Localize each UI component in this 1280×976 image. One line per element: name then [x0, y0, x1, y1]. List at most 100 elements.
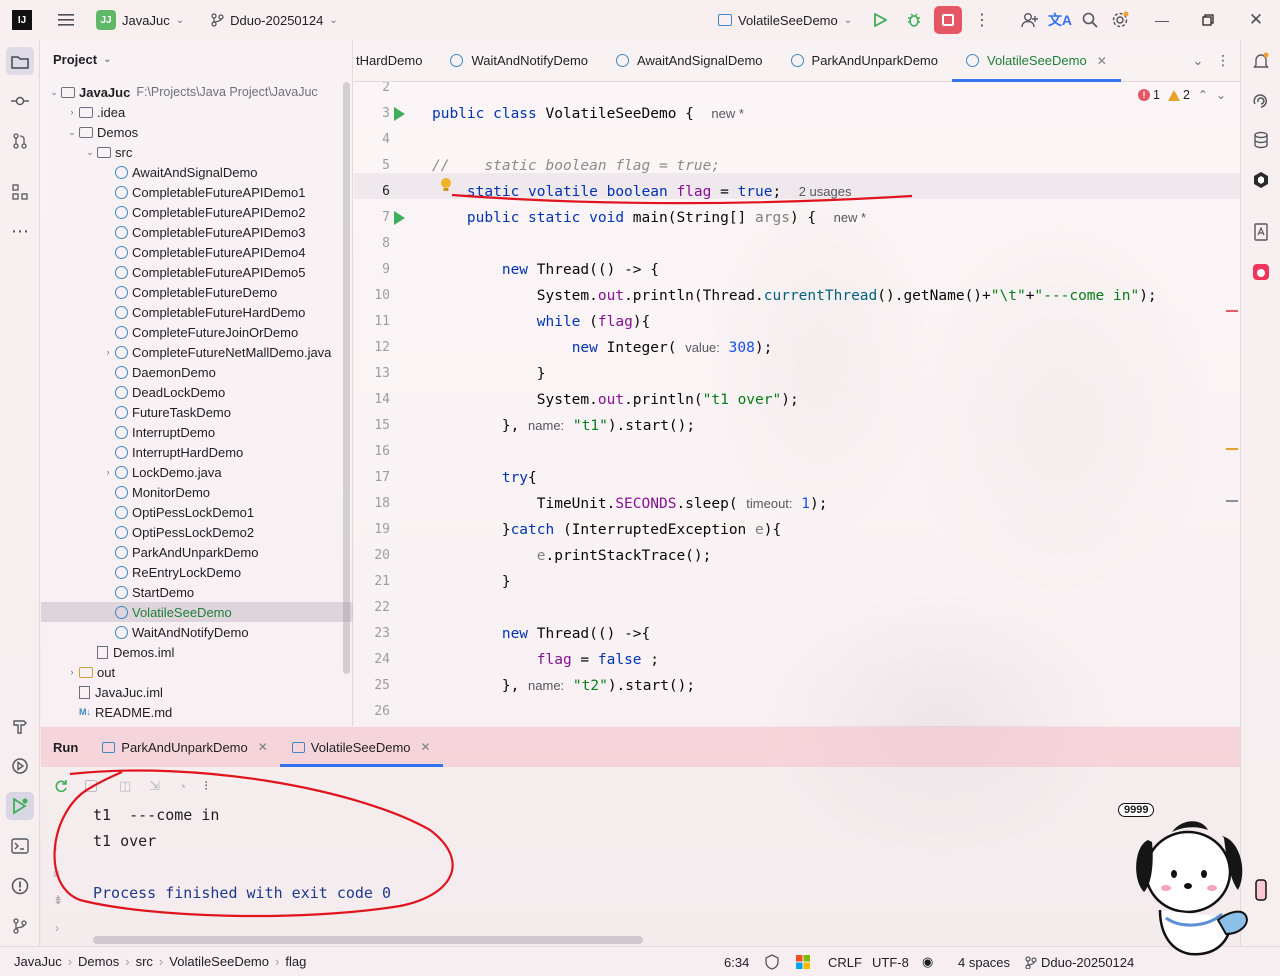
indent-setting[interactable]: 4 spaces	[958, 947, 1010, 976]
tree-item[interactable]: CompletableFutureAPIDemo1	[41, 182, 353, 202]
more-actions-icon[interactable]: ⋮	[968, 6, 996, 34]
project-selector[interactable]: JJ JavaJuc ⌄	[90, 6, 190, 34]
close-tab-icon[interactable]: ✕	[258, 740, 268, 754]
terminal-icon[interactable]	[6, 832, 34, 860]
tree-item[interactable]: › out	[41, 662, 353, 682]
inspection-widget[interactable]: ! 1 2 ⌃ ⌄	[1138, 88, 1226, 102]
camera-icon[interactable]: ◫	[119, 778, 131, 794]
code-area[interactable]: public class VolatileSeeDemo { new * // s…	[432, 82, 1240, 726]
tree-item[interactable]: CompletableFutureAPIDemo5	[41, 262, 353, 282]
tree-item[interactable]: InterruptDemo	[41, 422, 353, 442]
tree-item[interactable]: CompleteFutureJoinOrDemo	[41, 322, 353, 342]
gutter-run-icon[interactable]	[394, 211, 405, 225]
tree-item[interactable]: ⌄ src	[41, 142, 353, 162]
tree-item[interactable]: M↓ README.md	[41, 702, 353, 722]
intention-bulb-icon[interactable]	[440, 177, 452, 196]
ai-assistant-icon[interactable]	[1247, 86, 1275, 114]
tab-list-chevron-down-icon[interactable]: ⌄	[1184, 47, 1212, 75]
run-tab[interactable]: ParkAndUnparkDemo ✕	[90, 727, 280, 767]
tree-item[interactable]: CompletableFutureAPIDemo2	[41, 202, 353, 222]
code-editor[interactable]: 2 3 4 5 6 7 8 9 10 11 12 13 14 15 16 17 18 19 20 21 22 23 24 25…	[354, 82, 1240, 726]
editor-tab[interactable]: ParkAndUnparkDemo	[777, 40, 952, 82]
editor-tab[interactable]: WaitAndNotifyDemo	[436, 40, 602, 82]
tree-item[interactable]: › LockDemo.java	[41, 462, 353, 482]
structure-icon[interactable]	[6, 178, 34, 206]
main-menu-icon[interactable]	[52, 6, 80, 34]
tree-item[interactable]: MonitorDemo	[41, 482, 353, 502]
tree-item[interactable]: InterruptHardDemo	[41, 442, 353, 462]
tree-item[interactable]: CompletableFutureDemo	[41, 282, 353, 302]
add-user-icon[interactable]	[1016, 6, 1044, 34]
file-encoding[interactable]: UTF-8	[872, 947, 909, 976]
gutter-run-icon[interactable]	[394, 107, 405, 121]
services-icon[interactable]	[6, 752, 34, 780]
tree-item[interactable]: AwaitAndSignalDemo	[41, 162, 353, 182]
shield-icon[interactable]	[764, 947, 780, 976]
documentation-icon[interactable]	[1247, 218, 1275, 246]
chevron-right-icon[interactable]: ›	[55, 921, 59, 935]
commit-icon[interactable]	[6, 87, 34, 115]
tree-item[interactable]: StartDemo	[41, 582, 353, 602]
tree-item[interactable]: WaitAndNotifyDemo	[41, 622, 353, 642]
tree-item[interactable]: ⌄ Demos	[41, 122, 353, 142]
editor-tab[interactable]: AwaitAndSignalDemo	[602, 40, 777, 82]
database-icon[interactable]	[1247, 126, 1275, 154]
tree-item[interactable]: › CompleteFutureNetMallDemo.java	[41, 342, 353, 362]
tree-item[interactable]: › .idea	[41, 102, 353, 122]
tree-item[interactable]: DeadLockDemo	[41, 382, 353, 402]
tree-item[interactable]: VolatileSeeDemo	[41, 602, 353, 622]
tree-item[interactable]: CompletableFutureAPIDemo3	[41, 222, 353, 242]
tree-item[interactable]: OptiPessLockDemo1	[41, 502, 353, 522]
chevron-up-icon[interactable]: ⌃	[1198, 88, 1208, 102]
more-tools-icon[interactable]: ⋯	[6, 217, 34, 245]
cursor-position[interactable]: 6:34	[724, 947, 749, 976]
close-window-icon[interactable]: ✕	[1242, 6, 1270, 34]
notifications-bell-icon[interactable]	[1247, 47, 1275, 75]
close-tab-icon[interactable]: ✕	[1097, 54, 1107, 68]
breadcrumb-item[interactable]: VolatileSeeDemo	[169, 954, 269, 969]
info-stripe-mark[interactable]	[1226, 500, 1238, 502]
dump-threads-icon[interactable]: ◔	[178, 779, 186, 794]
project-panel-header[interactable]: Project ⌄	[53, 52, 111, 67]
error-stripe-mark[interactable]	[1226, 310, 1238, 312]
debug-button[interactable]	[900, 6, 928, 34]
editor-tab[interactable]: VolatileSeeDemo ✕	[951, 40, 1121, 82]
project-tool-folder-icon[interactable]	[6, 47, 34, 75]
scroll-down-icon[interactable]: ↓	[53, 839, 59, 853]
editor-tab[interactable]: tHardDemo	[354, 40, 436, 82]
breadcrumb-item[interactable]: flag	[285, 954, 306, 969]
tree-item[interactable]: CompletableFutureHardDemo	[41, 302, 353, 322]
problems-icon[interactable]	[6, 872, 34, 900]
run-tool-icon[interactable]	[6, 792, 34, 820]
chevron-down-icon[interactable]: ⌄	[1216, 88, 1226, 102]
status-branch[interactable]: Dduo-20250124	[1024, 947, 1134, 976]
more-icon[interactable]: ⁝	[204, 778, 208, 794]
warning-stripe-mark[interactable]	[1226, 448, 1238, 450]
ai-plugin-icon[interactable]	[1247, 258, 1275, 286]
search-icon[interactable]	[1076, 6, 1104, 34]
tree-item[interactable]: DaemonDemo	[41, 362, 353, 382]
breadcrumb-item[interactable]: JavaJuc	[14, 954, 62, 969]
tree-root[interactable]: ⌄ JavaJuc F:\Projects\Java Project\JavaJ…	[41, 82, 353, 102]
breadcrumb-item[interactable]: Demos	[78, 954, 119, 969]
tree-item[interactable]: OptiPessLockDemo2	[41, 522, 353, 542]
console-horizontal-scrollbar[interactable]	[93, 936, 643, 944]
run-button[interactable]	[866, 6, 894, 34]
build-hammer-icon[interactable]	[6, 712, 34, 740]
git-icon[interactable]	[6, 912, 34, 940]
breadcrumb-item[interactable]: src	[136, 954, 153, 969]
tree-item[interactable]: CompletableFutureAPIDemo4	[41, 242, 353, 262]
maximize-icon[interactable]	[1194, 6, 1222, 34]
tree-item[interactable]: FutureTaskDemo	[41, 402, 353, 422]
tree-item[interactable]: JavaJuc.iml	[41, 682, 353, 702]
line-separator[interactable]: CRLF	[828, 947, 862, 976]
console-output[interactable]: t1 ---come in t1 over Process finished wit…	[41, 805, 1240, 946]
pull-requests-icon[interactable]	[6, 127, 34, 155]
restore-layout-icon[interactable]: ⇲	[149, 778, 160, 794]
tree-item[interactable]: ParkAndUnparkDemo	[41, 542, 353, 562]
tree-item[interactable]: ReEntryLockDemo	[41, 562, 353, 582]
soft-wrap-icon[interactable]: ≡	[53, 867, 60, 881]
app-logo[interactable]: IJ	[6, 6, 38, 34]
eye-icon[interactable]: ◉	[922, 947, 933, 976]
project-scrollbar[interactable]	[343, 82, 350, 674]
